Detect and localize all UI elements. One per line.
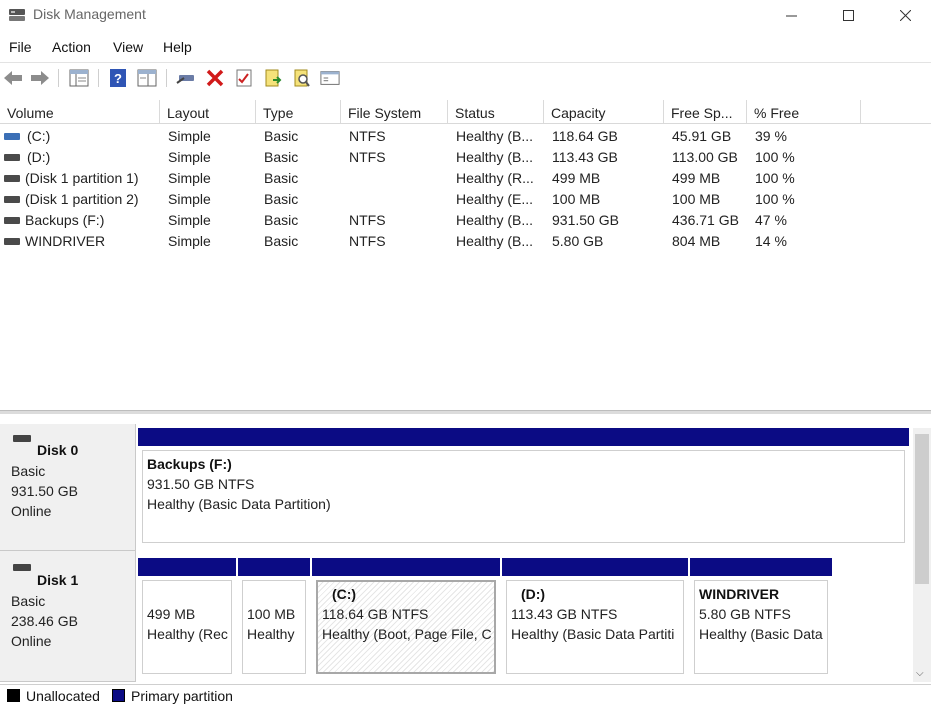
delete-icon[interactable] [205,68,225,88]
close-button[interactable] [882,0,928,30]
table-row[interactable]: (D:) Simple Basic NTFS Healthy (B... 113… [0,147,931,168]
column-header-percent-free[interactable]: % Free [747,100,861,123]
column-header-status[interactable]: Status [448,100,544,123]
table-row[interactable]: WINDRIVER Simple Basic NTFS Healthy (B..… [0,231,931,252]
table-row[interactable]: (Disk 1 partition 1) Simple Basic Health… [0,168,931,189]
drive-icon [4,238,20,245]
partition-disk1-recovery[interactable]: 499 MB Healthy (Rec [138,558,236,678]
drive-icon [4,196,20,203]
disk-0-label[interactable]: Disk 0 Basic 931.50 GB Online [0,424,136,551]
menu-file[interactable]: File [9,39,32,55]
partition-d[interactable]: (D:) 113.43 GB NTFS Healthy (Basic Data … [502,558,688,678]
menu-action[interactable]: Action [52,39,91,55]
column-header-free-space[interactable]: Free Sp... [664,100,747,123]
partition-backups-f[interactable]: Backups (F:) 931.50 GB NTFS Healthy (Bas… [138,428,909,547]
maximize-icon [842,9,854,21]
toolbar: ? [0,62,931,93]
menu-help[interactable]: Help [163,39,192,55]
column-header-volume[interactable]: Volume [0,100,160,123]
column-header-capacity[interactable]: Capacity [544,100,664,123]
disk-icon [13,435,31,442]
table-row[interactable]: (C:) Simple Basic NTFS Healthy (B... 118… [0,126,931,147]
minimize-icon [785,15,797,16]
window-title: Disk Management [33,6,146,22]
scroll-down-icon[interactable]: ⌵ [916,668,924,679]
disk-map-scrollbar[interactable]: ⌵ [913,428,931,682]
system-drive-icon [4,133,20,140]
primary-partition-bar [138,428,909,446]
properties-pane-icon[interactable] [137,68,157,88]
table-row[interactable]: Backups (F:) Simple Basic NTFS Healthy (… [0,210,931,231]
help-icon[interactable]: ? [108,68,128,88]
svg-text:?: ? [114,71,122,86]
checklist-icon[interactable] [234,68,254,88]
column-header-type[interactable]: Type [256,100,341,123]
minimize-button[interactable] [768,0,814,30]
forward-arrow-icon[interactable] [30,68,50,88]
table-row[interactable]: (Disk 1 partition 2) Simple Basic Health… [0,189,931,210]
partition-c-selected[interactable]: (C:) 118.64 GB NTFS Healthy (Boot, Page … [312,558,500,678]
disk-icon [13,564,31,571]
connect-disk-icon[interactable] [176,68,196,88]
search-icon[interactable] [292,68,312,88]
unallocated-swatch [7,689,20,702]
column-header-layout[interactable]: Layout [160,100,256,123]
disk-1-label[interactable]: Disk 1 Basic 238.46 GB Online [0,551,136,682]
console-tree-icon[interactable] [69,68,89,88]
legend-primary-partition: Primary partition [131,688,233,704]
menu-view[interactable]: View [113,39,143,55]
maximize-button[interactable] [825,0,871,30]
back-arrow-icon[interactable] [3,68,23,88]
drive-icon [4,217,20,224]
disk-map: Disk 0 Basic 931.50 GB Online Backups (F… [0,414,931,682]
menu-bar: File Action View Help [0,36,931,60]
close-icon [899,9,911,21]
disk-management-app-icon [9,9,25,21]
primary-partition-swatch [112,689,125,702]
column-header-file-system[interactable]: File System [341,100,448,123]
drive-icon [4,175,20,182]
legend-bar: Unallocated Primary partition [0,684,931,711]
legend-unallocated: Unallocated [26,688,100,704]
partition-disk1-efi[interactable]: 100 MB Healthy [238,558,310,678]
title-bar: Disk Management [0,0,931,30]
drive-icon [4,154,20,161]
scrollbar-thumb[interactable] [915,434,929,584]
volume-list-header: Volume Layout Type File System Status Ca… [0,100,931,124]
partition-windriver[interactable]: WINDRIVER 5.80 GB NTFS Healthy (Basic Da… [690,558,832,678]
settings-pane-icon[interactable] [320,68,340,88]
export-icon[interactable] [263,68,283,88]
